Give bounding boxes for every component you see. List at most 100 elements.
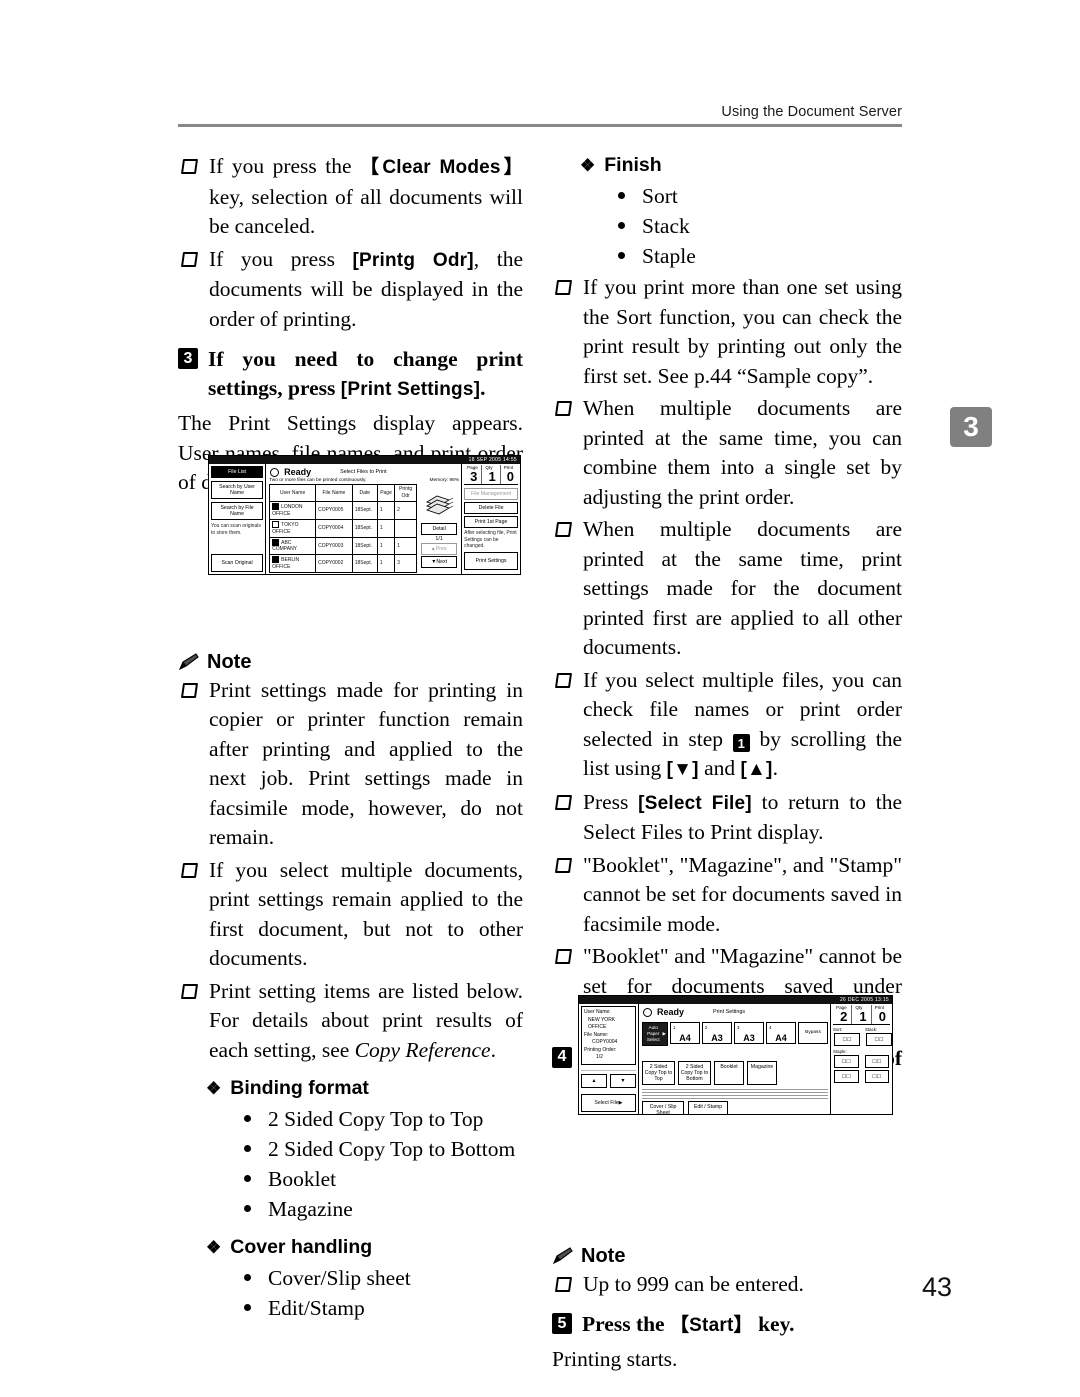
counter-page: Page 3 [464,465,483,484]
up-arrow-key-label: [▲] [740,759,773,780]
cover-handling-label: Cover handling [230,1236,373,1258]
list-item: Magazine [238,1194,523,1224]
column-header-printg-odr[interactable]: Printg Odr [394,484,418,502]
tray-4-number: 4 [769,1025,772,1030]
open-square-bullet-icon [554,949,573,964]
scan-hint-text: You can scan originals to store them. [211,523,261,536]
bypass-label: Bypass [805,1030,821,1035]
cell-date: 18Sept. [351,501,378,520]
paper-tray-3-button[interactable]: 3 A3 [734,1022,764,1044]
staple-option-3-button[interactable]: ☐☐ [834,1070,859,1083]
step-5-heading: 5 Press the 【Start】 key. [552,1310,902,1340]
table-row[interactable]: TOKYO OFFICE COPY0004 18Sept. 1 [269,518,418,538]
open-square-bullet-icon [180,983,199,999]
scan-original-button[interactable]: Scan Original [211,554,264,572]
list-item: Staple [612,241,902,271]
scroll-down-button[interactable]: ▼ [610,1074,636,1088]
pencil-icon [552,1246,574,1266]
round-bullet-icon [618,192,625,199]
counter-page-value: 3 [470,469,478,484]
counter-print-value: 0 [506,469,514,484]
page-header: Using the Document Server [178,104,902,127]
select-file-button[interactable]: Select File▶ [581,1094,636,1112]
search-by-file-name-button[interactable]: Search by File Name [211,502,264,520]
table-row[interactable]: LONDON OFFICE COPY0005 18Sept. 1 2 [269,501,418,520]
paper-tray-4-button[interactable]: 4 A4 [766,1022,796,1044]
lcd-right-sidebar: Page 3 Qty 1 Print 0 File Management Del… [461,464,520,574]
lcd-status-row: Ready Select Files to Print [269,466,459,478]
next-page-button[interactable]: ▼Next [421,556,458,568]
column-header-user-name[interactable]: User Name [269,484,317,502]
tray-3-size: A3 [743,1033,755,1043]
texture-strip [642,1089,828,1099]
edit-stamp-button[interactable]: Edit / Stamp [688,1101,728,1114]
paper-tray-1-button[interactable]: 1 A4 [670,1022,700,1044]
note-item: When multiple documents are printed at t… [552,394,902,512]
open-square-bullet-icon [554,672,573,688]
unselected-checkbox-icon[interactable] [272,520,280,528]
open-square-bullet-icon [180,682,199,698]
step-number-badge: 4 [552,1046,572,1068]
booklet-button[interactable]: Booklet [714,1061,744,1085]
scroll-up-button[interactable]: ▲ [581,1074,607,1088]
file-name-label: File Name: [584,1031,609,1038]
auto-paper-select-button[interactable]: Auto Paper Select ▶ [642,1022,668,1046]
note-clear-modes: If you press the 【Clear Modes】 key, sele… [178,152,523,242]
file-management-button[interactable]: File Management [464,488,518,500]
page-number: 43 [921,1272,952,1302]
note-press-pre: Press [583,789,639,814]
lcd-left-sidebar: File List Search by User Name Search by … [209,464,267,574]
table-row[interactable]: BERLIN OFFICE COPY0002 18Sept. 1 3 [269,554,418,574]
open-square-bullet-icon [554,280,573,295]
list-item-label: Staple [642,244,696,268]
cell-order: 2 [394,501,418,520]
detail-button[interactable]: Detail [421,523,458,535]
figure-slot-print-settings [552,1107,902,1239]
list-item: Booklet [238,1164,523,1194]
staple-option-4-button[interactable]: ☐☐ [864,1070,889,1083]
print-settings-button[interactable]: Print Settings [464,551,518,570]
note-heading-right: Note [552,1245,902,1268]
selected-checkbox-icon[interactable] [272,503,280,510]
open-square-bullet-icon [180,159,199,174]
lcd-timestamp-bar: 26 DEC 2005 13:15 [579,996,892,1004]
selected-checkbox-icon[interactable] [272,538,280,546]
print-1st-page-button[interactable]: Print 1st Page [464,516,518,528]
pencil-icon [178,652,200,672]
sort-option-button[interactable]: ☐☐ [834,1033,860,1046]
note-clear-modes-post: key, selection of all documents will be … [209,184,523,239]
column-header-date[interactable]: Date [351,484,378,502]
paper-tray-2-button[interactable]: 2 A3 [702,1022,732,1044]
delete-file-button[interactable]: Delete File [464,502,518,514]
two-sided-top-to-bottom-button[interactable]: 2 Sided Copy Top to Bottom [678,1061,711,1085]
file-list-table[interactable]: User Name File Name Date Page Printg Odr… [269,484,418,574]
column-header-file-name[interactable]: File Name [315,484,353,502]
column-header-page[interactable]: Page [376,484,396,502]
staple-option-2-button[interactable]: ☐☐ [864,1055,889,1068]
list-item-label: 2 Sided Copy Top to Top [268,1107,484,1131]
magazine-button[interactable]: Magazine [747,1061,777,1085]
note-clear-modes-pre: If you press the [209,154,361,178]
prev-page-button[interactable]: ▲Prev. [421,543,458,555]
counter-qty-value: 1 [488,469,496,484]
cover-slip-sheet-button[interactable]: Cover / Slip Sheet [642,1101,684,1114]
stack-option-button[interactable]: ☐☐ [866,1033,892,1046]
cell-file-name: COPY0004 [315,518,353,538]
file-list-tab[interactable]: File List [211,466,264,478]
cell-order: 3 [394,554,418,574]
staple-option-1-button[interactable]: ☐☐ [834,1055,859,1068]
table-row[interactable]: ABC COMPANY COPY0003 18Sept. 1 1 [269,536,418,556]
counter-qty-value: 1 [859,1009,867,1024]
search-by-user-name-button[interactable]: Search by User Name [211,481,264,499]
selected-checkbox-icon[interactable] [272,556,280,564]
note-heading-left: Note [178,651,523,674]
two-sided-top-to-top-button[interactable]: 2 Sided Copy Top to Top [642,1061,675,1085]
lcd-main-area: Ready Print Settings Auto Paper Select ▶ … [639,1004,830,1114]
cell-page: 1 [376,518,396,538]
note-item-scroll: If you select multiple files, you can ch… [552,666,902,785]
round-bullet-icon [244,1205,251,1212]
document-info-box: User Name: NEW YORK OFFICE File Name: CO… [581,1006,636,1065]
print-settings-key-label: [Print Settings] [340,379,481,400]
header-rule [178,124,902,127]
bypass-tray-button[interactable]: Bypass [798,1022,828,1044]
